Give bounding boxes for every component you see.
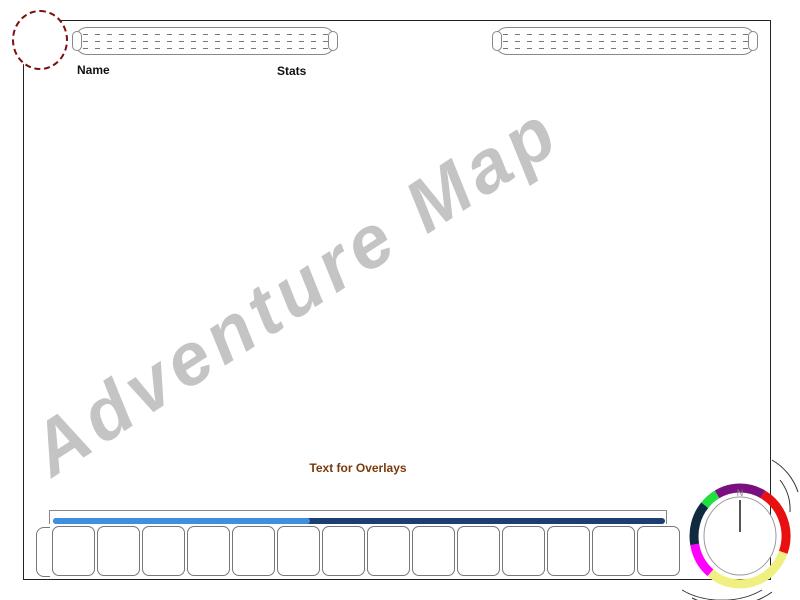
compass-ring-segment — [701, 490, 720, 509]
hotbar-slot[interactable] — [52, 526, 95, 576]
stats-label: Stats — [277, 64, 307, 78]
xp-bar — [53, 518, 665, 524]
compass-north-label: N — [737, 488, 744, 498]
hotbar-slot[interactable] — [592, 526, 635, 576]
hotbar-slot[interactable] — [412, 526, 455, 576]
watermark-text: Adventure Map — [14, 88, 575, 492]
hotbar-slot[interactable] — [187, 526, 230, 576]
overlay-text: Text for Overlays — [309, 461, 407, 475]
hotbar-slot[interactable] — [547, 526, 590, 576]
name-label: Name — [77, 63, 110, 77]
hotbar-left-cap — [36, 527, 50, 577]
health-panel — [72, 27, 338, 55]
hotbar-slot[interactable] — [367, 526, 410, 576]
stats-panel — [492, 27, 758, 55]
hotbar-slot[interactable] — [322, 526, 365, 576]
xp-bar-fill — [53, 518, 311, 524]
hotbar-slot[interactable] — [232, 526, 275, 576]
hotbar-slot[interactable] — [502, 526, 545, 576]
hotbar-slot[interactable] — [277, 526, 320, 576]
compass[interactable]: N — [672, 452, 800, 600]
hotbar-slot[interactable] — [142, 526, 185, 576]
hotbar-slot[interactable] — [457, 526, 500, 576]
player-portrait[interactable] — [12, 10, 68, 70]
hotbar — [36, 526, 680, 578]
hotbar-slot[interactable] — [97, 526, 140, 576]
compass-ring-segment — [689, 502, 709, 546]
